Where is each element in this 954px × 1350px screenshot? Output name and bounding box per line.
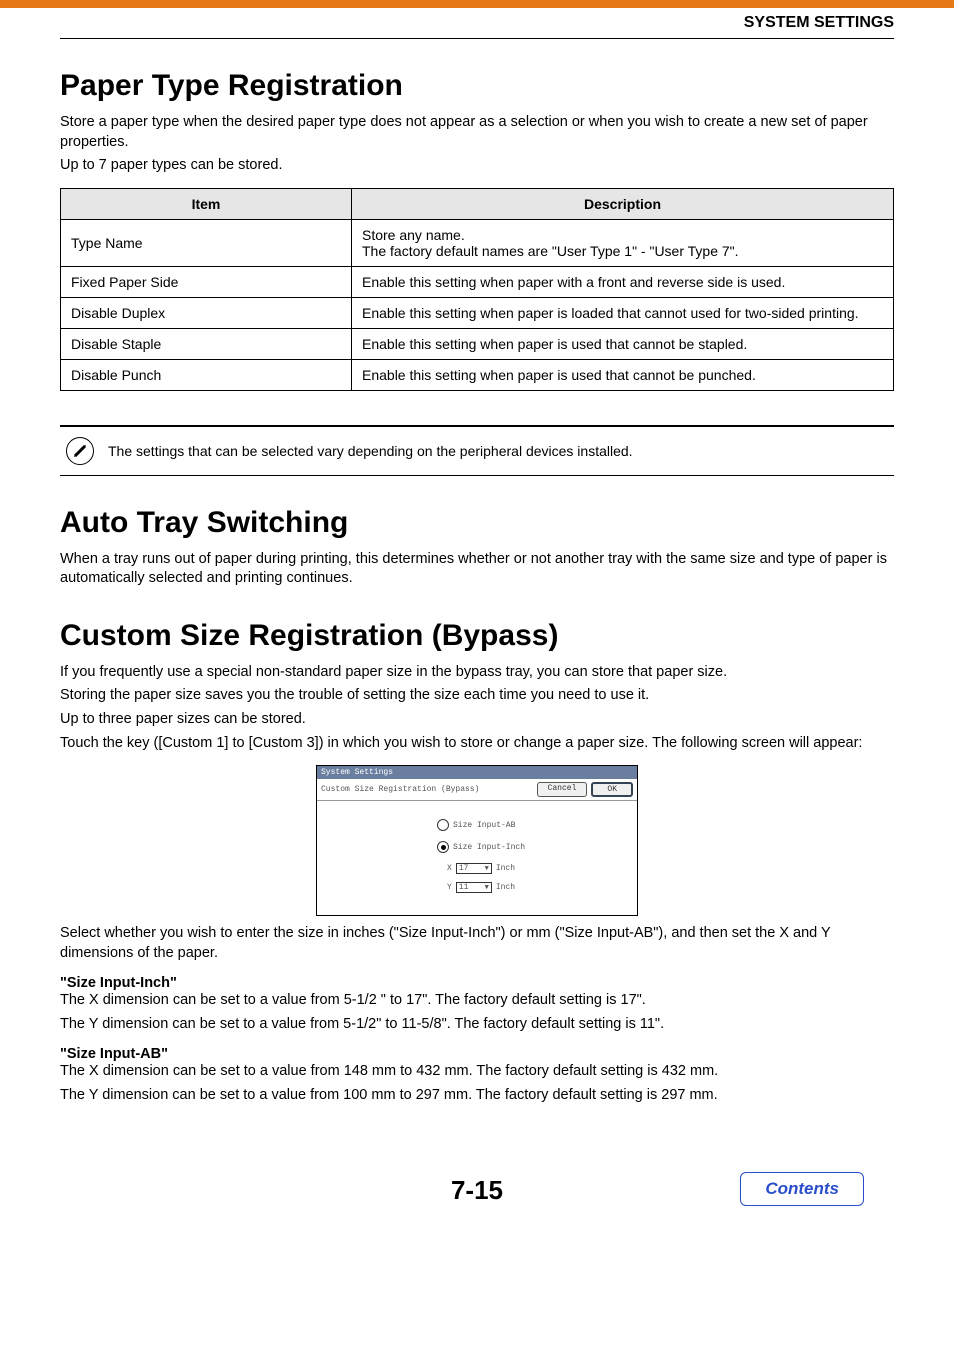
x-unit: Inch: [496, 864, 515, 873]
note-box: The settings that can be selected vary d…: [60, 425, 894, 476]
cell-desc: Store any name. The factory default name…: [352, 219, 894, 266]
y-dimension-row: Y 11 ▼ Inch: [447, 882, 627, 893]
dialog-titlebar: System Settings: [317, 766, 637, 779]
y-unit: Inch: [496, 883, 515, 892]
subhead-ab: "Size Input-AB": [60, 1046, 894, 1062]
cell-desc: Enable this setting when paper is used t…: [352, 328, 894, 359]
radio-size-input-ab[interactable]: Size Input-AB: [437, 819, 627, 831]
radio-icon: [437, 841, 449, 853]
th-description: Description: [352, 188, 894, 219]
ab-y-desc: The Y dimension can be set to a value fr…: [60, 1086, 894, 1106]
table-row: Fixed Paper Side Enable this setting whe…: [61, 266, 894, 297]
y-stepper[interactable]: 11 ▼: [456, 882, 492, 893]
chevron-down-icon: ▼: [485, 865, 489, 873]
table-row: Disable Staple Enable this setting when …: [61, 328, 894, 359]
note-icon: [66, 437, 94, 465]
cell-desc: Enable this setting when paper is loaded…: [352, 297, 894, 328]
section-paper-type-heading: Paper Type Registration: [60, 69, 894, 103]
cell-item: Disable Punch: [61, 359, 352, 390]
inch-y-desc: The Y dimension can be set to a value fr…: [60, 1015, 894, 1035]
ok-button[interactable]: OK: [591, 782, 633, 797]
x-label: X: [447, 864, 452, 873]
table-row: Disable Punch Enable this setting when p…: [61, 359, 894, 390]
cell-item: Type Name: [61, 219, 352, 266]
y-value: 11: [459, 883, 469, 892]
section-custom-size-heading: Custom Size Registration (Bypass): [60, 619, 894, 653]
dialog-subtitle: Custom Size Registration (Bypass): [321, 785, 479, 794]
section-auto-tray-heading: Auto Tray Switching: [60, 506, 894, 540]
paper-type-desc-1: Store a paper type when the desired pape…: [60, 113, 894, 152]
table-row: Type Name Store any name. The factory de…: [61, 219, 894, 266]
cancel-button[interactable]: Cancel: [537, 782, 588, 797]
paper-type-desc-2: Up to 7 paper types can be stored.: [60, 156, 894, 176]
x-dimension-row: X 17 ▼ Inch: [447, 863, 627, 874]
ab-x-desc: The X dimension can be set to a value fr…: [60, 1062, 894, 1082]
y-label: Y: [447, 883, 452, 892]
radio-label: Size Input-AB: [453, 821, 515, 830]
paper-type-table: Item Description Type Name Store any nam…: [60, 188, 894, 391]
inch-x-desc: The X dimension can be set to a value fr…: [60, 991, 894, 1011]
custom-size-p2: Storing the paper size saves you the tro…: [60, 686, 894, 706]
cell-item: Fixed Paper Side: [61, 266, 352, 297]
cell-desc: Enable this setting when paper is used t…: [352, 359, 894, 390]
th-item: Item: [61, 188, 352, 219]
page-header: SYSTEM SETTINGS: [60, 14, 894, 39]
table-row: Disable Duplex Enable this setting when …: [61, 297, 894, 328]
subhead-inch: "Size Input-Inch": [60, 975, 894, 991]
cell-item: Disable Staple: [61, 328, 352, 359]
chevron-down-icon: ▼: [485, 884, 489, 892]
custom-size-p3: Up to three paper sizes can be stored.: [60, 710, 894, 730]
top-accent-bar: [0, 0, 954, 8]
radio-icon: [437, 819, 449, 831]
custom-size-p1: If you frequently use a special non-stan…: [60, 663, 894, 683]
radio-size-input-inch[interactable]: Size Input-Inch: [437, 841, 627, 853]
cell-desc: Enable this setting when paper with a fr…: [352, 266, 894, 297]
custom-size-p4: Touch the key ([Custom 1] to [Custom 3])…: [60, 734, 894, 754]
x-stepper[interactable]: 17 ▼: [456, 863, 492, 874]
custom-size-p5: Select whether you wish to enter the siz…: [60, 924, 894, 963]
contents-button[interactable]: Contents: [740, 1172, 864, 1206]
auto-tray-desc: When a tray runs out of paper during pri…: [60, 550, 894, 589]
cell-item: Disable Duplex: [61, 297, 352, 328]
radio-label: Size Input-Inch: [453, 843, 525, 852]
note-text: The settings that can be selected vary d…: [108, 443, 633, 459]
x-value: 17: [459, 864, 469, 873]
embedded-dialog: System Settings Custom Size Registration…: [316, 765, 638, 916]
